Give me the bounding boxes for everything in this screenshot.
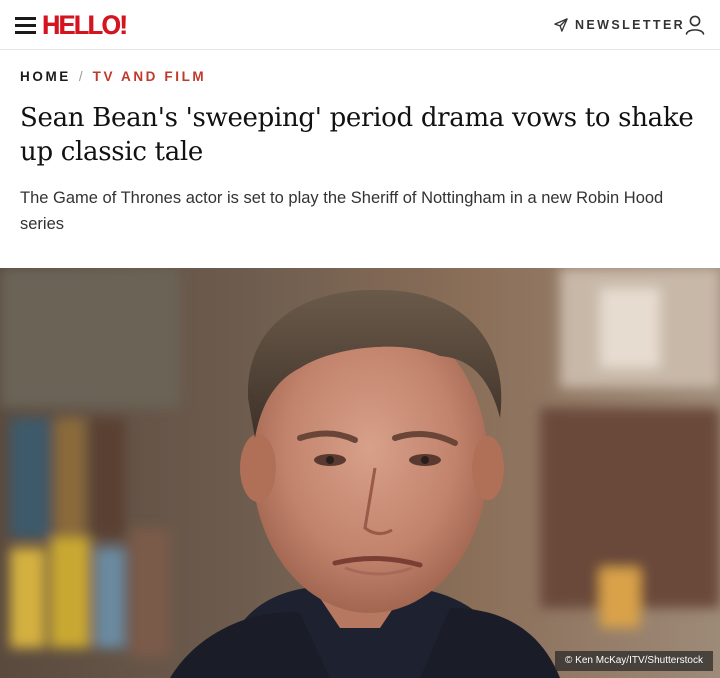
site-header: HELLO! NEWSLETTER [0,0,720,50]
newsletter-label: NEWSLETTER [575,18,686,32]
article-headline: Sean Bean's 'sweeping' period drama vows… [20,103,694,167]
user-icon[interactable] [684,14,706,36]
breadcrumb-separator: / [78,69,83,84]
hero-photo [0,268,720,678]
image-credit: © Ken McKay/ITV/Shutterstock [555,651,713,671]
breadcrumb-section[interactable]: TV AND FILM [93,69,207,84]
newsletter-link[interactable]: NEWSLETTER [554,16,685,34]
menu-icon-line [15,24,36,27]
menu-icon-line [15,17,36,20]
site-logo[interactable]: HELLO! [42,8,128,42]
hero-image[interactable]: © Ken McKay/ITV/Shutterstock [0,268,720,678]
breadcrumb: HOME / TV AND FILM [20,69,206,84]
breadcrumb-home[interactable]: HOME [20,69,71,84]
article-standfirst: The Game of Thrones actor is set to play… [20,189,664,233]
menu-button[interactable] [15,14,37,34]
paper-plane-icon [554,18,568,32]
menu-icon-line [15,31,36,34]
